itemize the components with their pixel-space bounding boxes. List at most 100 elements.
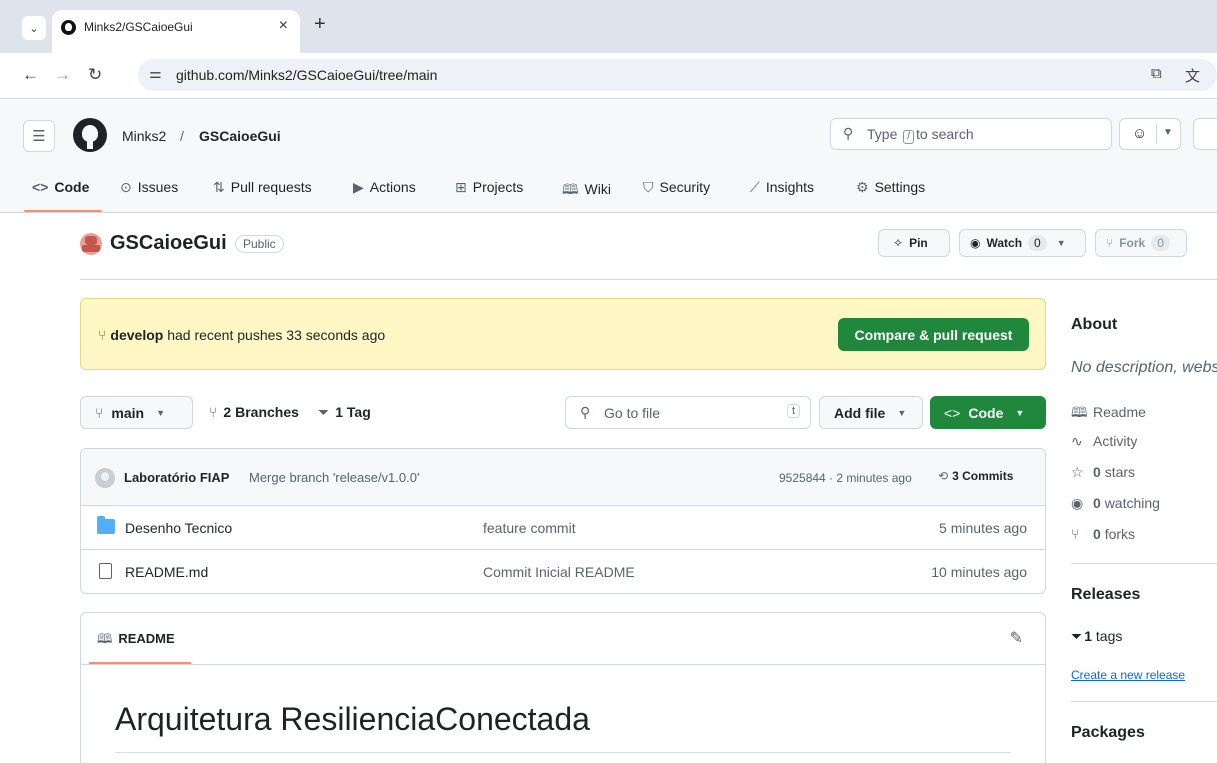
chevron-down-icon: ▼: [1056, 238, 1066, 248]
release-tags-label: tags: [1095, 628, 1123, 644]
create-new-button[interactable]: [1193, 118, 1217, 150]
compare-pull-request-button[interactable]: Compare & pull request: [838, 318, 1029, 351]
address-bar[interactable]: ⚌ github.com/Minks2/GSCaioeGui/tree/main…: [138, 59, 1217, 91]
tab-close-icon[interactable]: ×: [279, 17, 288, 35]
activity-link[interactable]: ∿ Activity: [1071, 433, 1137, 450]
translate-icon[interactable]: 文: [1185, 65, 1200, 86]
watch-button[interactable]: ◉ Watch 0 ▼: [959, 229, 1086, 257]
breadcrumb-owner[interactable]: Minks2: [122, 128, 166, 144]
tab-search-button[interactable]: ⌄: [22, 16, 46, 40]
global-search-input[interactable]: ⚲ Type / to search: [830, 118, 1112, 150]
search-icon: ⚲: [580, 404, 591, 420]
github-logo-icon[interactable]: [73, 118, 107, 152]
activity-label: Activity: [1093, 433, 1138, 449]
commits-count: 3 Commits: [952, 469, 1014, 483]
divider: [1071, 701, 1217, 702]
install-app-icon[interactable]: ⧉: [1151, 65, 1162, 82]
commits-link[interactable]: ⟲ 3 Commits: [938, 469, 1013, 483]
tab-pull-requests-label: Pull requests: [230, 179, 312, 195]
tab-issues[interactable]: ⊙ Issues: [120, 179, 178, 196]
file-table: Laboratório FIAP Merge branch 'release/v…: [80, 448, 1046, 594]
branch-icon: ⑂: [209, 404, 218, 420]
search-suffix: to search: [916, 126, 974, 142]
releases-title[interactable]: Releases: [1071, 586, 1140, 604]
reload-icon[interactable]: ↻: [88, 65, 102, 85]
add-file-button[interactable]: Add file ▼: [819, 396, 923, 429]
copilot-icon: ☺: [1132, 125, 1148, 142]
tab-projects-label: Projects: [472, 179, 524, 195]
table-row[interactable]: Desenho Tecnico feature commit 5 minutes…: [81, 506, 1045, 550]
tab-actions[interactable]: ▶ Actions: [353, 179, 416, 196]
folder-icon: [97, 516, 115, 534]
commit-author[interactable]: Laboratório FIAP: [124, 470, 229, 485]
readme-tab[interactable]: 🕮 README: [97, 630, 175, 652]
add-file-label: Add file: [834, 404, 886, 421]
packages-title[interactable]: Packages: [1071, 724, 1145, 742]
repo-title-row: GSCaioeGui Public ✧ Pin ◉ Watch 0 ▼ ⑂ Fork 0: [80, 229, 1217, 280]
owner-avatar[interactable]: [80, 233, 102, 255]
tags-link[interactable]: ⏷ 1 Tag: [318, 404, 371, 421]
branches-label: Branches: [235, 404, 299, 420]
browser-tab[interactable]: Minks2/GSCaioeGui ×: [52, 10, 300, 53]
forward-arrow-icon[interactable]: →: [54, 65, 71, 85]
commit-message[interactable]: Merge branch 'release/v1.0.0': [249, 470, 419, 485]
tab-wiki[interactable]: 🕮 Wiki: [562, 179, 611, 203]
branch-selector[interactable]: ⑂ main ▼: [80, 396, 193, 429]
branches-link[interactable]: ⑂ 2 Branches: [209, 404, 299, 420]
tab-insights[interactable]: ⟋ Insights: [750, 179, 814, 196]
pin-button[interactable]: ✧ Pin: [878, 229, 950, 257]
tab-projects[interactable]: ⊞ Projects: [455, 179, 523, 196]
banner-branch[interactable]: develop: [110, 327, 163, 343]
readme-link[interactable]: 🕮 Readme: [1071, 402, 1146, 426]
browser-tab-strip: ⌄ Minks2/GSCaioeGui × +: [0, 0, 1217, 53]
stars-link[interactable]: ☆ 0 stars: [1071, 464, 1135, 481]
tab-settings[interactable]: ⚙ Settings: [856, 179, 925, 196]
release-tags-count: 1: [1084, 628, 1092, 644]
about-description: No description, website, or topics provi…: [1071, 359, 1217, 376]
tags-label: Tag: [346, 404, 371, 420]
file-name[interactable]: Desenho Tecnico: [125, 520, 232, 536]
new-tab-button[interactable]: +: [314, 13, 326, 36]
banner-text: had recent pushes 33 seconds ago: [167, 327, 386, 343]
forks-label: forks: [1104, 526, 1136, 542]
file-date: 10 minutes ago: [931, 564, 1027, 580]
tab-pull-requests[interactable]: ⇅ Pull requests: [213, 179, 312, 196]
code-button[interactable]: <> Code ▼: [930, 396, 1046, 429]
file-commit-message[interactable]: feature commit: [483, 520, 576, 536]
pulse-icon: ∿: [1071, 433, 1083, 449]
copilot-button[interactable]: ☺ ▼: [1119, 118, 1181, 150]
avatar[interactable]: [95, 468, 115, 488]
table-row[interactable]: README.md Commit Inicial README 10 minut…: [81, 550, 1045, 593]
site-info-icon[interactable]: ⚌: [149, 65, 162, 82]
hamburger-menu-button[interactable]: ☰: [23, 120, 55, 152]
tab-code-label: Code: [54, 179, 90, 195]
watching-link[interactable]: ◉ 0 watching: [1071, 495, 1160, 512]
fork-count: 0: [1151, 235, 1170, 251]
forks-link[interactable]: ⑂ 0 forks: [1071, 526, 1135, 542]
chevron-down-icon: ▼: [1163, 127, 1173, 138]
pin-icon: ✧: [893, 236, 904, 250]
settings-icon: ⚙: [856, 179, 869, 195]
tag-icon: ⏷: [318, 404, 330, 420]
commit-meta[interactable]: 9525844 · 2 minutes ago: [779, 471, 912, 485]
readme-heading: Arquitetura ResilienciaConectada: [115, 701, 590, 737]
tab-code[interactable]: <> Code: [32, 179, 89, 195]
breadcrumb-repo[interactable]: GSCaioeGui: [199, 128, 281, 144]
release-tags-link[interactable]: ⏷ 1 tags: [1071, 628, 1122, 645]
fork-button[interactable]: ⑂ Fork 0: [1095, 229, 1187, 257]
watching-label: watching: [1104, 495, 1160, 511]
code-icon: <>: [944, 404, 961, 421]
readme-panel: 🕮 README ✎ Arquitetura ResilienciaConecta…: [80, 612, 1046, 763]
back-arrow-icon[interactable]: ←: [22, 65, 39, 85]
url-text: github.com/Minks2/GSCaioeGui/tree/main: [176, 67, 438, 83]
code-icon: <>: [32, 179, 49, 195]
tab-security[interactable]: ⛉ Security: [643, 179, 710, 196]
pencil-icon[interactable]: ✎: [1010, 628, 1023, 648]
go-to-file-input[interactable]: ⚲ Go to file t: [565, 396, 811, 429]
branch-icon: ⑂: [98, 327, 107, 343]
create-release-link[interactable]: Create a new release: [1071, 668, 1185, 682]
repo-name[interactable]: GSCaioeGui: [110, 232, 227, 255]
file-commit-message[interactable]: Commit Inicial README: [483, 564, 635, 580]
file-name[interactable]: README.md: [125, 564, 208, 580]
tab-wiki-label: Wiki: [584, 181, 611, 197]
